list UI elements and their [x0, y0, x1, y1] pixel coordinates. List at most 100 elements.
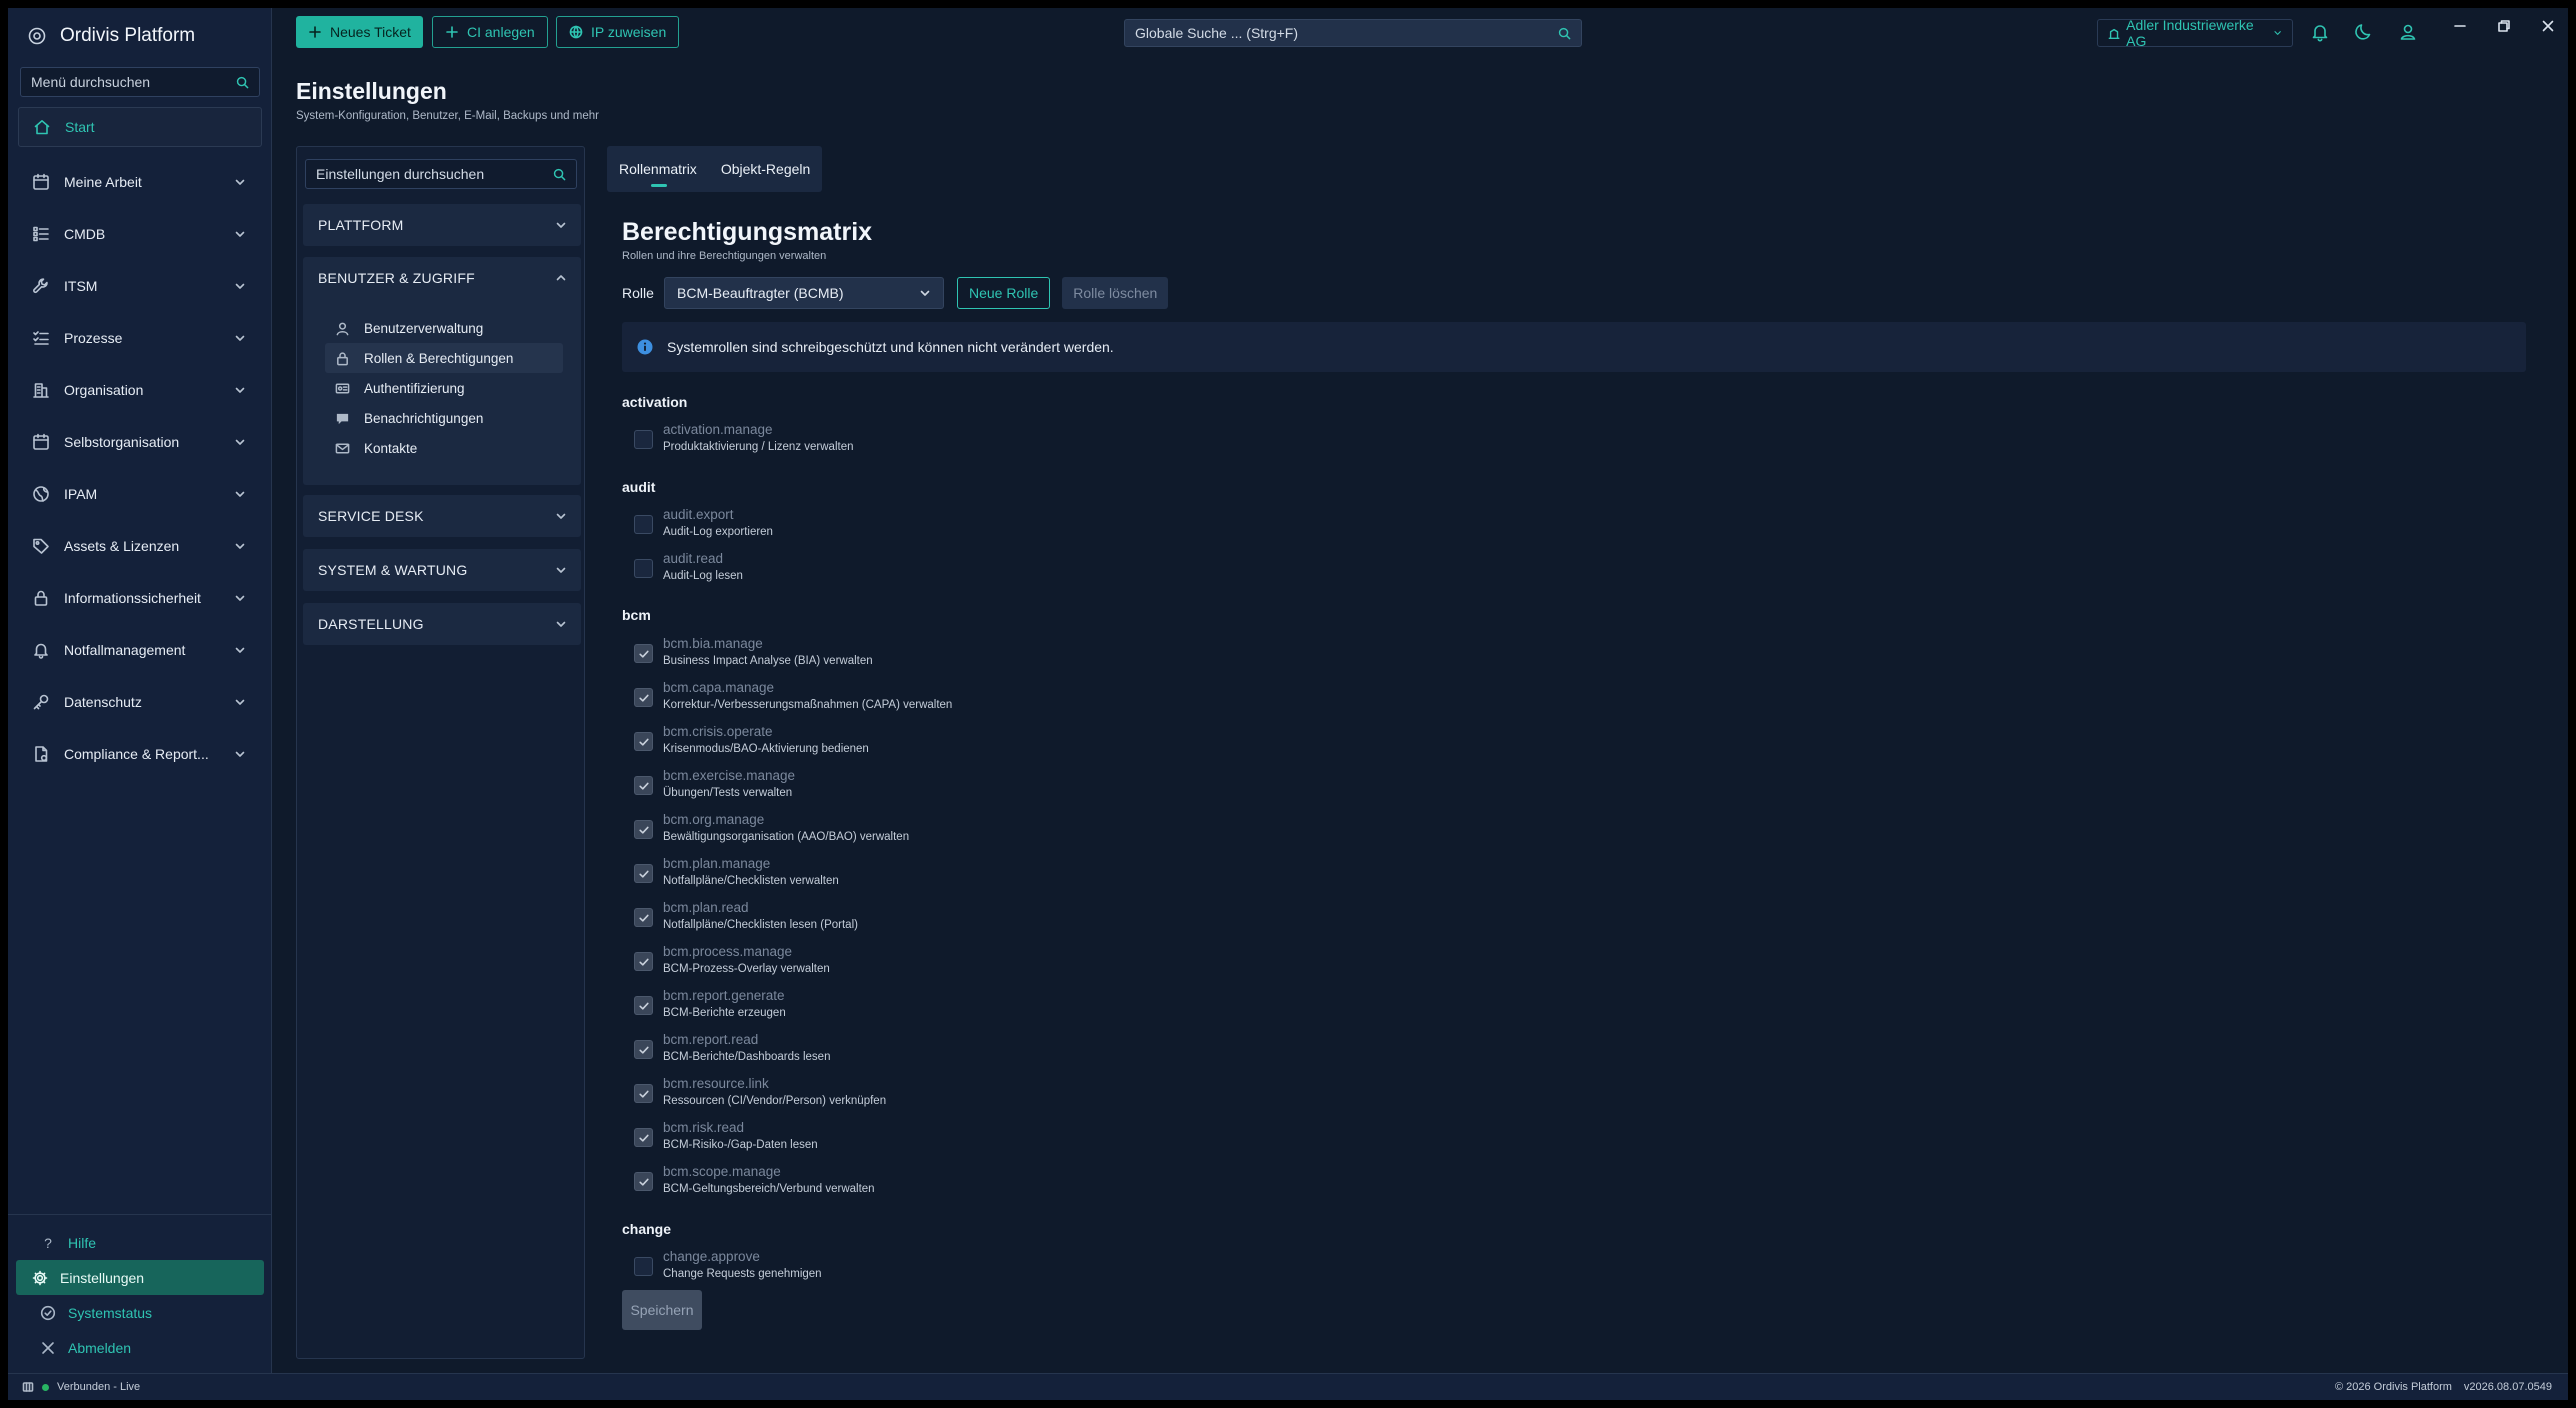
- create-ci-button[interactable]: CI anlegen: [432, 16, 548, 48]
- tenant-selector[interactable]: Adler Industriewerke AG: [2097, 17, 2293, 49]
- check-icon: [638, 1002, 649, 1010]
- permission-checkbox[interactable]: [634, 515, 653, 534]
- help-link[interactable]: ? Hilfe: [16, 1225, 264, 1260]
- permission-description: Audit-Log exportieren: [663, 526, 773, 538]
- search-icon[interactable]: [1558, 27, 1571, 40]
- tab-object-rules[interactable]: Objekt-Regeln: [721, 146, 811, 192]
- permission-checkbox[interactable]: [634, 644, 653, 663]
- status-bar: Verbunden - Live © 2026 Ordivis Platform…: [8, 1373, 2568, 1400]
- settings-item-user-management[interactable]: Benutzerverwaltung: [325, 313, 563, 343]
- globe-icon: [569, 25, 583, 39]
- nav-item-itsm[interactable]: ITSM: [8, 260, 272, 312]
- nav-item-assets[interactable]: Assets & Lizenzen: [8, 520, 272, 572]
- settings-item-label: Benachrichtigungen: [364, 410, 484, 426]
- moon-icon[interactable]: [2354, 22, 2374, 42]
- close-icon[interactable]: [2540, 18, 2556, 34]
- nav-item-label: Assets & Lizenzen: [64, 538, 180, 554]
- settings-item-roles-permissions[interactable]: Rollen & Berechtigungen: [325, 343, 563, 373]
- settings-link[interactable]: Einstellungen: [16, 1260, 264, 1295]
- new-ticket-button[interactable]: Neues Ticket: [296, 16, 423, 48]
- user-icon[interactable]: [2398, 22, 2418, 42]
- chevron-down-icon: [920, 290, 930, 296]
- chevron-down-icon: [235, 335, 245, 341]
- nav-item-cmdb[interactable]: CMDB: [8, 208, 272, 260]
- system-status-link[interactable]: Systemstatus: [16, 1295, 264, 1330]
- minimize-icon[interactable]: [2452, 18, 2468, 34]
- permission-row: bcm.bia.manage Business Impact Analyse (B…: [634, 635, 873, 675]
- permission-checkbox[interactable]: [634, 952, 653, 971]
- permission-checkbox[interactable]: [634, 1257, 653, 1276]
- delete-role-button[interactable]: Rolle löschen: [1062, 277, 1169, 309]
- lock-icon: [337, 351, 348, 365]
- nav-item-label: Datenschutz: [64, 694, 142, 710]
- settings-item-authentication[interactable]: Authentifizierung: [325, 373, 563, 403]
- permission-checkbox[interactable]: [634, 864, 653, 883]
- restore-icon[interactable]: [2496, 18, 2512, 34]
- chevron-down-icon: [235, 699, 245, 705]
- section-display: DARSTELLUNG: [303, 603, 581, 645]
- section-header-users-access[interactable]: BENUTZER & ZUGRIFF: [303, 257, 581, 299]
- global-search-input[interactable]: [1135, 25, 1558, 41]
- permission-checkbox[interactable]: [634, 1172, 653, 1191]
- permission-description: BCM-Geltungsbereich/Verbund verwalten: [663, 1183, 875, 1195]
- menu-search-input[interactable]: [31, 74, 236, 90]
- permission-checkbox[interactable]: [634, 732, 653, 751]
- nav-item-notfallmanagement[interactable]: Notfallmanagement: [8, 624, 272, 676]
- save-button[interactable]: Speichern: [622, 1290, 702, 1330]
- permission-checkbox[interactable]: [634, 1040, 653, 1059]
- section-header-service-desk[interactable]: SERVICE DESK: [303, 495, 581, 537]
- question-icon: ?: [44, 1234, 52, 1251]
- settings-search-input[interactable]: [316, 166, 553, 182]
- user-icon: [336, 322, 349, 335]
- check-icon: [638, 1178, 649, 1186]
- nav-item-datenschutz[interactable]: Datenschutz: [8, 676, 272, 728]
- key-icon: [33, 694, 49, 710]
- permission-checkbox[interactable]: [634, 559, 653, 578]
- permission-description: Notfallpläne/Checklisten verwalten: [663, 875, 839, 887]
- section-header-display[interactable]: DARSTELLUNG: [303, 603, 581, 645]
- nav-item-label: IPAM: [64, 486, 98, 502]
- role-select[interactable]: BCM-Beauftragter (BCMB): [664, 277, 944, 309]
- nav-item-ipam[interactable]: IPAM: [8, 468, 272, 520]
- nav-item-start[interactable]: Start: [18, 107, 262, 147]
- chevron-down-icon: [235, 543, 245, 549]
- settings-item-notifications[interactable]: Benachrichtigungen: [325, 403, 563, 433]
- nav-item-selbstorganisation[interactable]: Selbstorganisation: [8, 416, 272, 468]
- permission-key: bcm.crisis.operate: [663, 724, 773, 739]
- section-header-system-maintenance[interactable]: SYSTEM & WARTUNG: [303, 549, 581, 591]
- section-header-platform[interactable]: PLATTFORM: [303, 204, 581, 246]
- permission-checkbox[interactable]: [634, 820, 653, 839]
- permission-checkbox[interactable]: [634, 1084, 653, 1103]
- matrix-title: Berechtigungsmatrix: [622, 218, 873, 246]
- nav-item-compliance[interactable]: Compliance & Report...: [8, 728, 272, 780]
- search-icon[interactable]: [553, 168, 566, 181]
- nav-item-label: Meine Arbeit: [64, 174, 142, 190]
- assign-ip-button[interactable]: IP zuweisen: [556, 16, 680, 48]
- nav-item-meine-arbeit[interactable]: Meine Arbeit: [8, 156, 272, 208]
- permission-key: bcm.exercise.manage: [663, 768, 796, 783]
- permission-checkbox[interactable]: [634, 688, 653, 707]
- role-select-value: BCM-Beauftragter (BCMB): [677, 285, 844, 301]
- nav-item-label: Selbstorganisation: [64, 434, 180, 450]
- permission-checkbox[interactable]: [634, 908, 653, 927]
- nav-item-organisation[interactable]: Organisation: [8, 364, 272, 416]
- settings-item-label: Rollen & Berechtigungen: [364, 350, 514, 366]
- tab-role-matrix[interactable]: Rollenmatrix: [619, 146, 697, 192]
- section-system-maintenance: SYSTEM & WARTUNG: [303, 549, 581, 591]
- search-icon[interactable]: [236, 76, 249, 89]
- permission-checkbox[interactable]: [634, 996, 653, 1015]
- bell-icon[interactable]: [2310, 22, 2330, 42]
- nav-item-prozesse[interactable]: Prozesse: [8, 312, 272, 364]
- permission-checkbox[interactable]: [634, 1128, 653, 1147]
- logout-link[interactable]: Abmelden: [16, 1330, 264, 1365]
- permission-checkbox[interactable]: [634, 430, 653, 449]
- permission-checkbox[interactable]: [634, 776, 653, 795]
- settings-item-contacts[interactable]: Kontakte: [325, 433, 563, 463]
- nav-item-label: Notfallmanagement: [64, 642, 186, 658]
- plug-icon[interactable]: [22, 1381, 34, 1393]
- chat-icon: [336, 413, 349, 424]
- nav-item-informationssicherheit[interactable]: Informationssicherheit: [8, 572, 272, 624]
- brand[interactable]: Ordivis Platform: [28, 22, 195, 50]
- new-role-button[interactable]: Neue Rolle: [957, 277, 1051, 309]
- assign-ip-label: IP zuweisen: [591, 24, 667, 40]
